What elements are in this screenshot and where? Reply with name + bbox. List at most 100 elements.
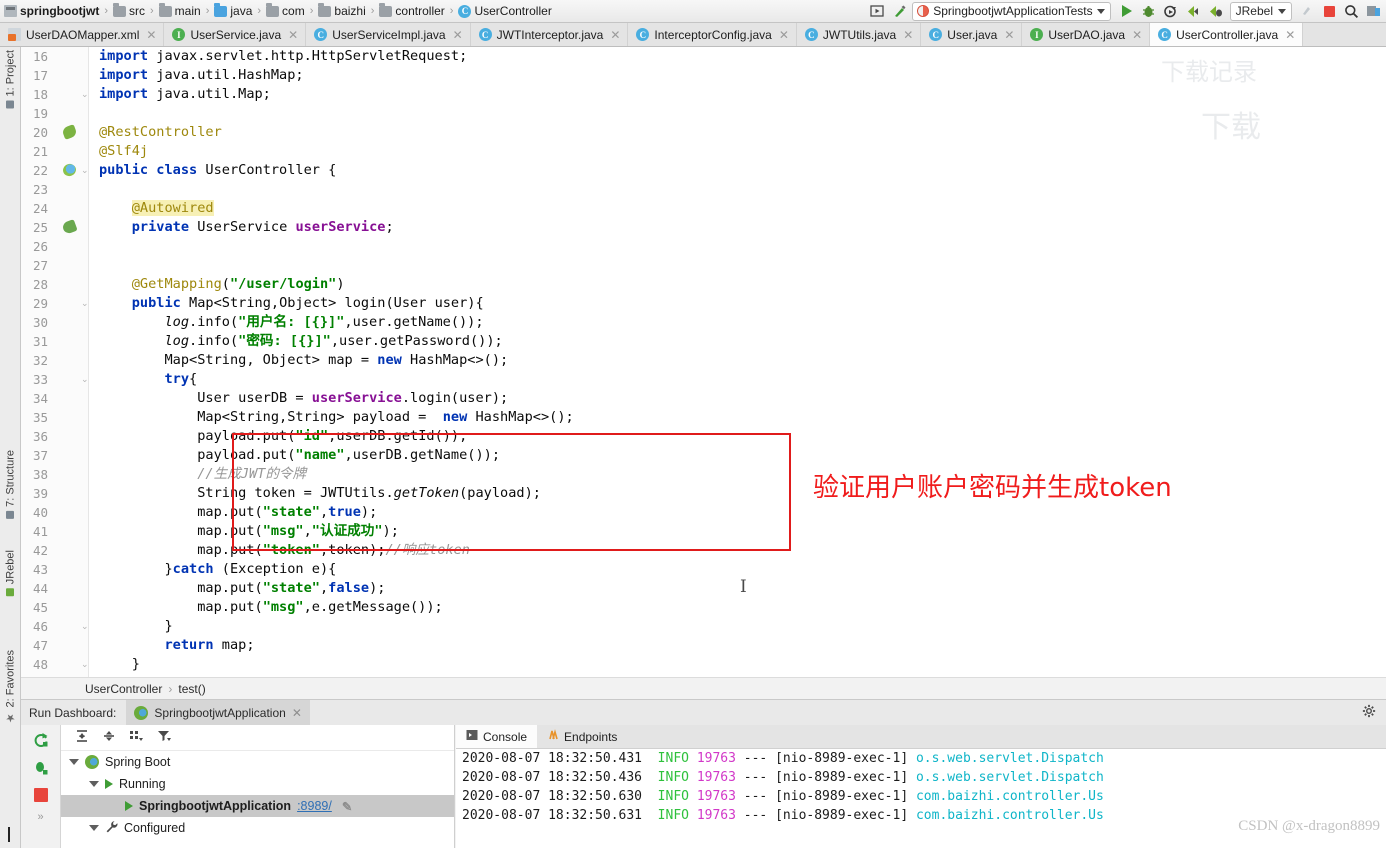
editor-tab-userdaomapper-xml[interactable]: UserDAOMapper.xml ✕ [0,23,165,46]
code-line[interactable]: @RestController [89,123,1386,142]
group-icon[interactable] [129,729,144,746]
tree-row[interactable]: SpringbootjwtApplication:8989/ ✎ [61,795,454,817]
expand-icon[interactable]: » [37,811,43,823]
search-everywhere-icon[interactable] [1342,2,1360,20]
code-line[interactable]: payload.put("name",userDB.getName()); [89,446,1386,465]
run-configuration-selector[interactable]: SpringbootjwtApplicationTests [912,1,1111,21]
breadcrumb-item-com[interactable]: com [266,2,305,18]
update-icon[interactable] [1298,2,1316,20]
tool-window-project[interactable]: 1: Project [0,47,21,111]
jrebel-debug-icon[interactable] [1206,2,1224,20]
close-icon[interactable]: ✕ [292,706,302,720]
code-line[interactable]: String token = JWTUtils.getToken(payload… [89,484,1386,503]
code-line[interactable]: @GetMapping("/user/login") [89,275,1386,294]
code-line[interactable]: map.put("state",false); [89,579,1386,598]
editor-tab-userserviceimpl-java[interactable]: C UserServiceImpl.java ✕ [306,23,471,46]
tree-row[interactable]: Running [61,773,454,795]
chevron-down-icon[interactable] [1096,8,1105,14]
code-line[interactable] [89,237,1386,256]
code-line[interactable]: Map<String, Object> map = new HashMap<>(… [89,351,1386,370]
console-tab-endpoints[interactable]: Endpoints [537,725,627,748]
editor-tab-user-java[interactable]: C User.java ✕ [921,23,1023,46]
console-tab-console[interactable]: Console [456,725,538,748]
editor-tab-interceptorconfig-java[interactable]: C InterceptorConfig.java ✕ [628,23,797,46]
close-tab-icon[interactable]: ✕ [1285,29,1295,41]
code-line[interactable]: @Slf4j [89,142,1386,161]
code-content[interactable]: import javax.servlet.http.HttpServletReq… [89,47,1386,677]
close-tab-icon[interactable]: ✕ [610,29,620,41]
close-tab-icon[interactable]: ✕ [779,29,789,41]
code-line[interactable]: } [89,617,1386,636]
code-line[interactable] [89,104,1386,123]
editor-gutter[interactable]: 16 17 18 ⌄ 19 20 21 22 ⌄ 23 24 25 26 27 28 29 ⌄ 30 31 32 33 ⌄… [21,47,89,677]
code-line[interactable]: @Autowired [89,199,1386,218]
tool-window-favorites[interactable]: ★ 2: Favorites [0,647,21,727]
close-tab-icon[interactable]: ✕ [146,29,156,41]
code-line[interactable]: public class UserController { [89,161,1386,180]
application-port-link[interactable]: :8989/ [297,799,332,813]
code-line[interactable]: log.info("用户名: [{}]",user.getName()); [89,313,1386,332]
expand-all-icon[interactable] [75,729,89,746]
gutter-marker-icon[interactable] [61,162,78,178]
rerun-icon[interactable] [33,732,49,751]
run-with-coverage-icon[interactable] [868,2,886,20]
collapse-all-icon[interactable] [102,729,116,746]
close-tab-icon[interactable]: ✕ [288,29,298,41]
breadcrumb-item-src[interactable]: src [113,2,145,18]
chevron-down-icon[interactable] [1278,8,1286,14]
editor-tab-userdao-java[interactable]: I UserDAO.java ✕ [1022,23,1151,46]
jrebel-run-icon[interactable] [1184,2,1202,20]
code-line[interactable]: }catch (Exception e){ [89,560,1386,579]
breadcrumb-item-main[interactable]: main [158,2,201,18]
run-icon[interactable] [1118,2,1136,20]
editor-tab-usercontroller-java[interactable]: C UserController.java ✕ [1150,23,1304,46]
stop-icon[interactable] [33,788,48,802]
code-line[interactable]: import javax.servlet.http.HttpServletReq… [89,47,1386,66]
project-structure-icon[interactable] [1364,2,1382,20]
run-with-profiler-icon[interactable] [1162,2,1180,20]
debug-icon[interactable] [33,760,49,779]
code-line[interactable]: payload.put("id",userDB.getId()); [89,427,1386,446]
editor-tab-jwtinterceptor-java[interactable]: C JWTInterceptor.java ✕ [471,23,629,46]
debug-icon[interactable] [1140,2,1158,20]
settings-gear-icon[interactable] [1362,704,1376,721]
breadcrumb-class[interactable]: UserController [85,682,162,696]
editor-tab-userservice-java[interactable]: I UserService.java ✕ [164,23,307,46]
breadcrumb-item-usercontroller[interactable]: C UserController [458,4,552,18]
code-line[interactable]: return map; [89,636,1386,655]
breadcrumb-item-java[interactable]: java [214,2,252,18]
close-tab-icon[interactable]: ✕ [903,29,913,41]
tree-row[interactable]: Spring Boot [61,751,454,773]
code-line[interactable]: User userDB = userService.login(user); [89,389,1386,408]
gutter-marker-icon[interactable] [61,219,78,235]
code-line[interactable]: map.put("msg","认证成功"); [89,522,1386,541]
code-line[interactable]: private UserService userService; [89,218,1386,237]
code-line[interactable] [89,180,1386,199]
close-tab-icon[interactable]: ✕ [1132,29,1142,41]
code-line[interactable]: public Map<String,Object> login(User use… [89,294,1386,313]
tool-window-jrebel[interactable]: JRebel [0,547,21,599]
close-tab-icon[interactable]: ✕ [453,29,463,41]
code-line[interactable]: map.put("msg",e.getMessage()); [89,598,1386,617]
breadcrumb-item-springbootjwt[interactable]: springbootjwt [4,4,99,18]
code-line[interactable]: import java.util.Map; [89,85,1386,104]
breadcrumb-item-controller[interactable]: controller [379,2,445,18]
code-line[interactable] [89,256,1386,275]
code-line[interactable]: Map<String,String> payload = new HashMap… [89,408,1386,427]
gutter-marker-icon[interactable] [61,124,78,140]
tree-row[interactable]: Configured [61,817,454,839]
run-dashboard-tree[interactable]: Spring Boot Running SpringbootjwtApplicati… [61,751,454,839]
code-line[interactable]: map.put("state",true); [89,503,1386,522]
filter-icon[interactable] [157,729,172,746]
code-line[interactable]: import java.util.HashMap; [89,66,1386,85]
edit-icon[interactable]: ✎ [342,799,352,814]
build-icon[interactable] [890,2,908,20]
code-line[interactable]: map.put("token",token);//响应token [89,541,1386,560]
breadcrumb-member[interactable]: test() [178,682,205,696]
breadcrumb-item-baizhi[interactable]: baizhi [318,2,366,18]
tool-window-structure[interactable]: 7: Structure [0,447,21,522]
expand-arrow-icon[interactable] [89,825,99,831]
close-tab-icon[interactable]: ✕ [1004,29,1014,41]
editor-tab-jwtutils-java[interactable]: C JWTUtils.java ✕ [797,23,922,46]
expand-arrow-icon[interactable] [89,781,99,787]
